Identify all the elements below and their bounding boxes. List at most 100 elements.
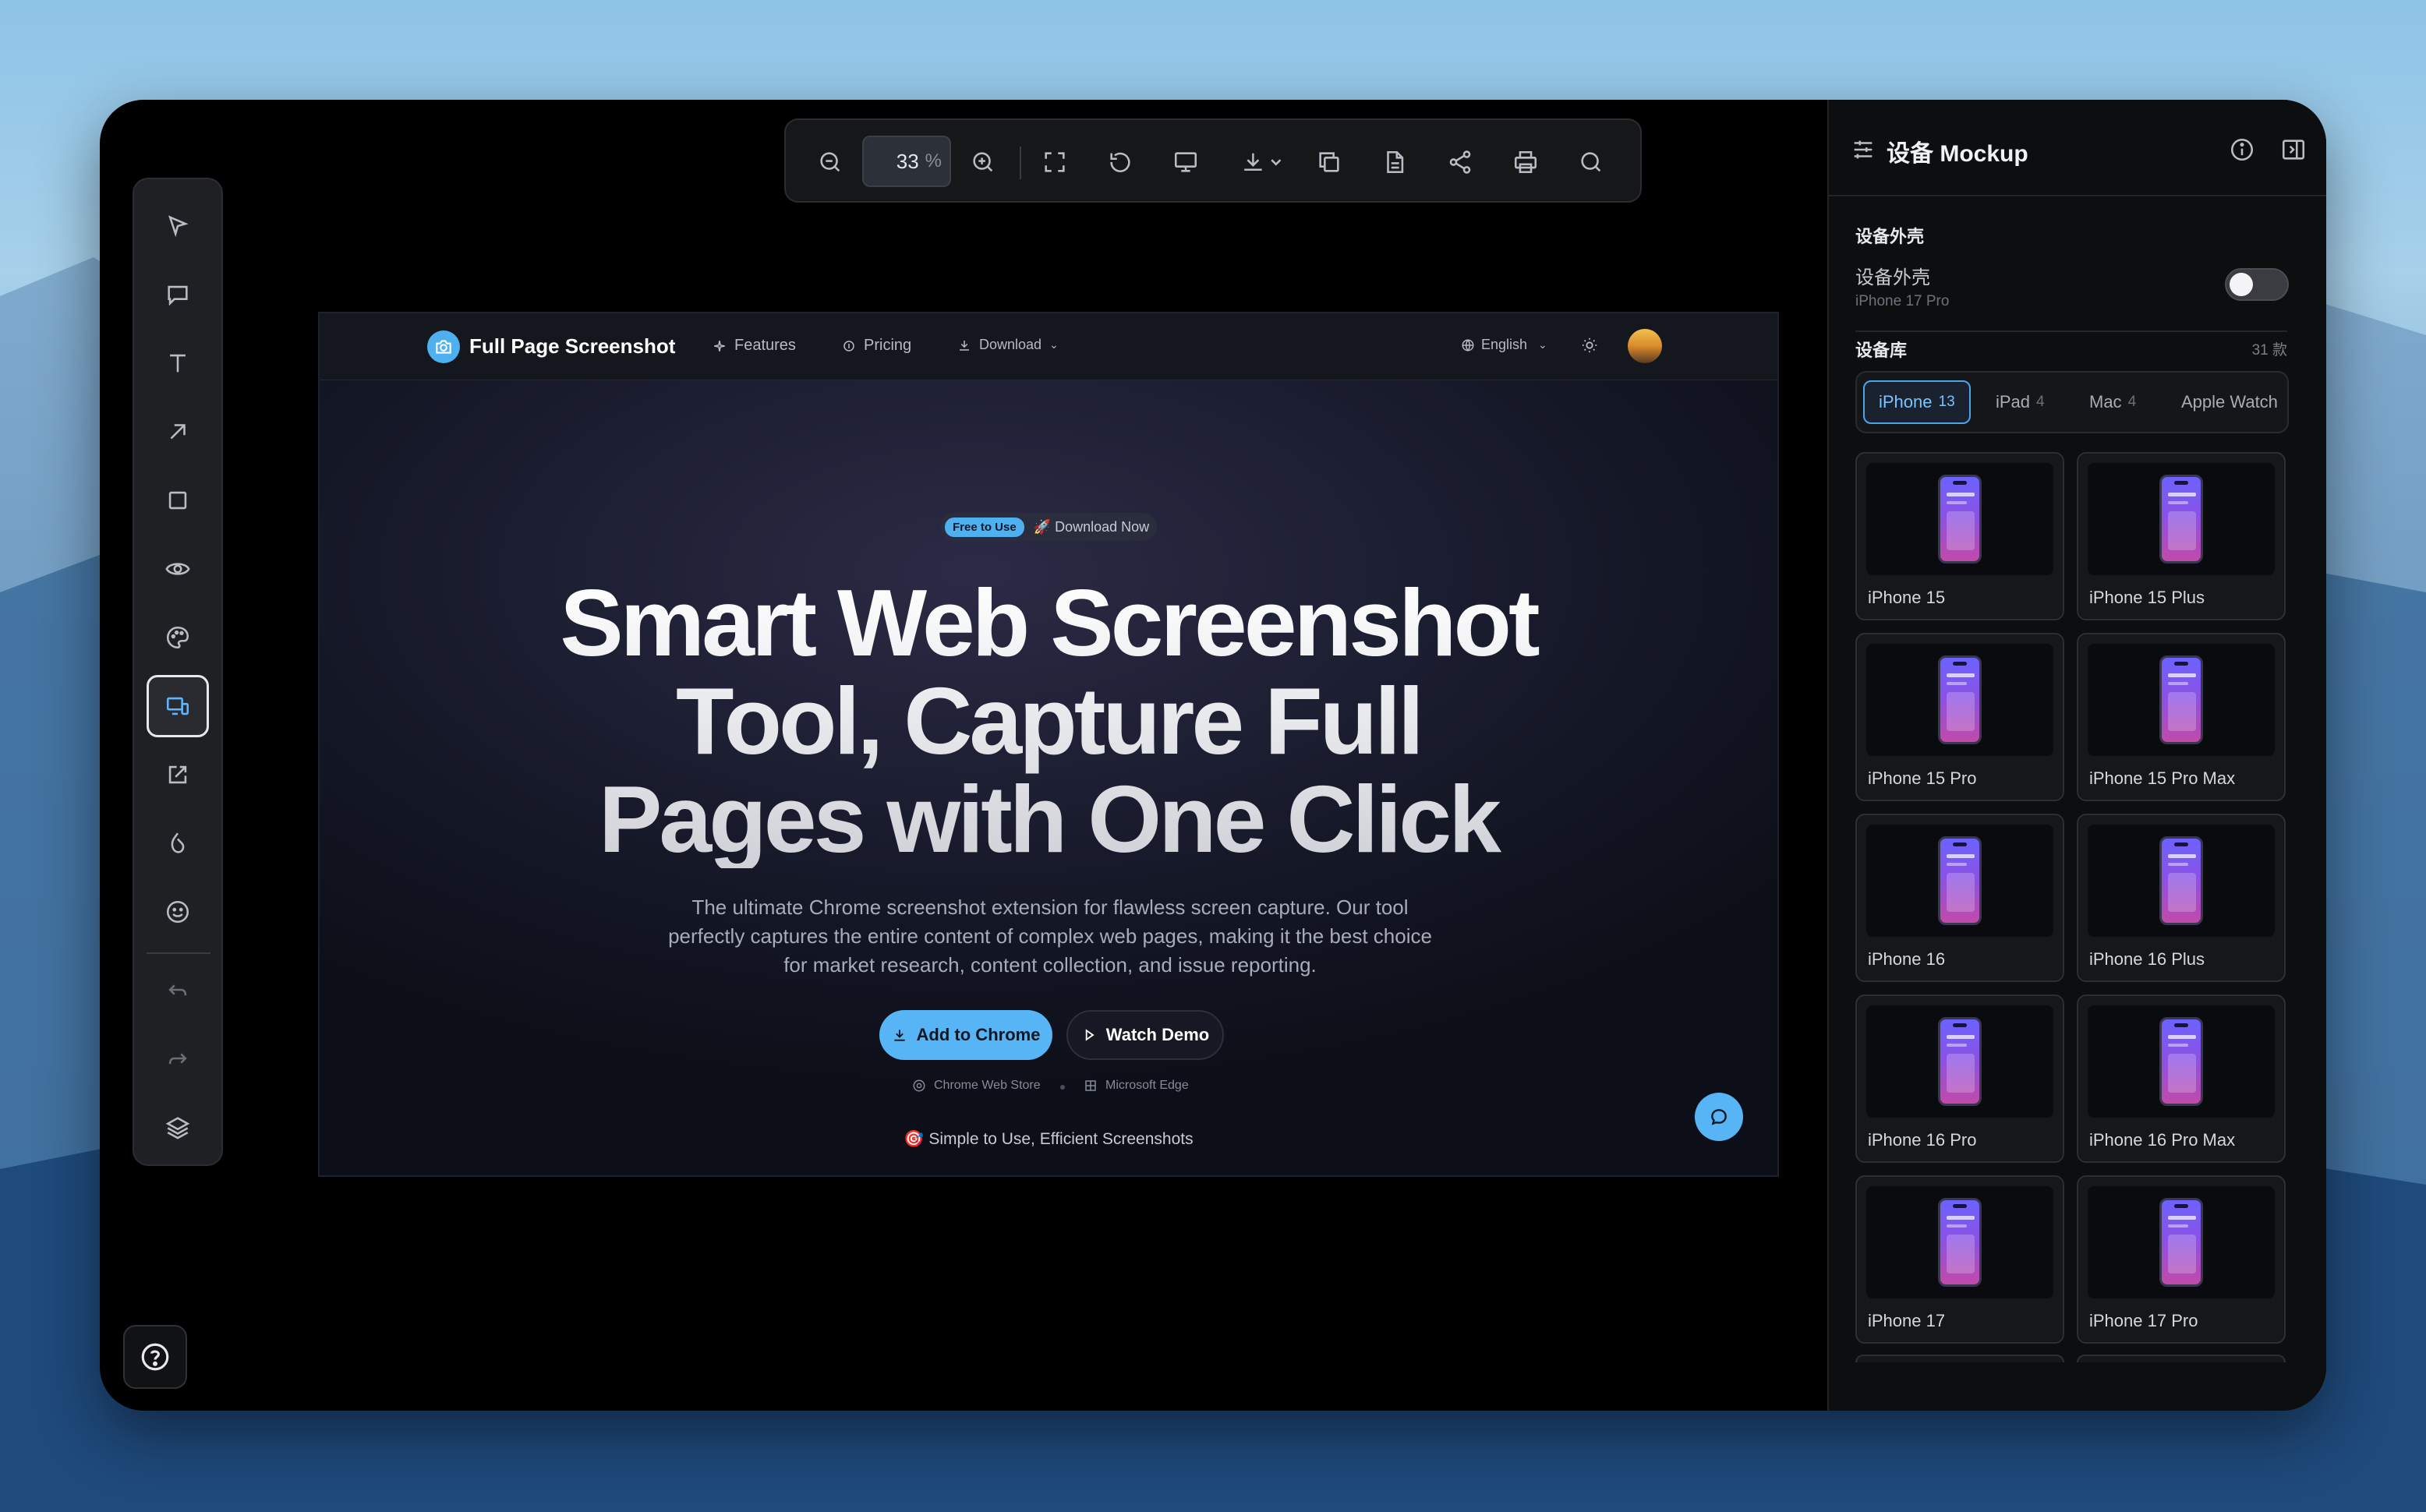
pdf-button[interactable] bbox=[1374, 141, 1416, 183]
device-card[interactable]: iPhone 17 Pro bbox=[2077, 1175, 2286, 1344]
sun-icon bbox=[1581, 337, 1598, 354]
preview-nav-download: Download ⌄ bbox=[957, 337, 1059, 353]
device-case-toggle[interactable] bbox=[2225, 268, 2289, 301]
layers-button[interactable] bbox=[147, 1096, 209, 1158]
library-count: 31 款 bbox=[2251, 342, 2287, 359]
comment-icon bbox=[168, 285, 188, 306]
text-tool-button[interactable] bbox=[147, 332, 209, 394]
preview-badge: Free to Use 🚀 Download Now bbox=[940, 513, 1158, 541]
screenshot-preview[interactable]: Full Page Screenshot Features Pricing Do… bbox=[318, 312, 1779, 1177]
effects-tool-button[interactable] bbox=[147, 812, 209, 874]
copy-button[interactable] bbox=[1308, 141, 1350, 183]
phone-icon bbox=[2159, 655, 2203, 744]
zoom-in-button[interactable] bbox=[962, 141, 1004, 183]
device-name: iPhone 15 Plus bbox=[2089, 588, 2205, 607]
library-section-label: 设备库 bbox=[1855, 341, 1908, 360]
collapse-panel-button[interactable] bbox=[2278, 134, 2309, 165]
preview-language: English ⌄ bbox=[1461, 337, 1547, 353]
device-card-peek bbox=[1855, 1355, 2064, 1362]
device-card[interactable]: iPhone 16 bbox=[1855, 814, 2064, 982]
device-name: iPhone 16 bbox=[1868, 949, 1946, 969]
preview-subtitle: The ultimate Chrome screenshot extension… bbox=[668, 896, 1432, 977]
comment-tool-button[interactable] bbox=[147, 263, 209, 326]
chat-icon bbox=[1711, 1109, 1727, 1125]
device-card-peek bbox=[2077, 1355, 2286, 1362]
device-card[interactable]: iPhone 15 Pro bbox=[1855, 633, 2064, 801]
arrow-icon bbox=[170, 424, 186, 440]
preview-navbar: Full Page Screenshot Features Pricing Do… bbox=[320, 313, 1777, 380]
help-button[interactable] bbox=[123, 1325, 187, 1389]
printer-icon bbox=[1514, 150, 1537, 174]
device-card[interactable]: iPhone 15 bbox=[1855, 452, 2064, 620]
tool-rail bbox=[133, 178, 223, 1166]
device-thumbnail bbox=[1866, 825, 2053, 937]
device-card[interactable]: iPhone 17 bbox=[1855, 1175, 2064, 1344]
color-tool-button[interactable] bbox=[147, 606, 209, 669]
device-name: iPhone 15 Pro bbox=[1868, 768, 1977, 788]
device-card[interactable]: iPhone 16 Pro bbox=[1855, 994, 2064, 1163]
tab-mac[interactable]: Mac 4 bbox=[2075, 380, 2150, 424]
device-card[interactable]: iPhone 15 Pro Max bbox=[2077, 633, 2286, 801]
device-card[interactable]: iPhone 15 Plus bbox=[2077, 452, 2286, 620]
zoom-level-input[interactable]: 33 % bbox=[862, 136, 951, 187]
preview-store-chrome: Chrome Web Store bbox=[912, 1079, 1041, 1093]
toolbar-divider bbox=[1020, 147, 1021, 179]
zoom-out-button[interactable] bbox=[809, 141, 851, 183]
cursor-icon bbox=[168, 215, 189, 238]
device-category-tabs: iPhone 13 iPad 4 Mac 4 Apple Watch bbox=[1855, 371, 2289, 433]
arrow-tool-button[interactable] bbox=[147, 401, 209, 463]
device-card[interactable]: iPhone 16 Pro Max bbox=[2077, 994, 2286, 1163]
download-icon bbox=[1244, 153, 1282, 171]
device-name: iPhone 16 Pro bbox=[1868, 1130, 1977, 1150]
help-icon bbox=[141, 1343, 169, 1371]
tab-ipad[interactable]: iPad 4 bbox=[1982, 380, 2059, 424]
monitor-button[interactable] bbox=[1165, 141, 1207, 183]
undo-button[interactable] bbox=[147, 959, 209, 1021]
export-icon bbox=[168, 765, 187, 784]
phone-icon bbox=[1938, 475, 1982, 563]
info-icon bbox=[2230, 138, 2254, 161]
share-button[interactable] bbox=[1439, 141, 1481, 183]
reset-button[interactable] bbox=[1099, 141, 1141, 183]
chrome-icon bbox=[913, 1079, 925, 1092]
emoji-tool-button[interactable] bbox=[147, 881, 209, 943]
select-tool-button[interactable] bbox=[147, 195, 209, 257]
tab-apple-watch[interactable]: Apple Watch bbox=[2167, 380, 2287, 424]
rectangle-tool-button[interactable] bbox=[147, 469, 209, 532]
badge-text: 🚀 Download Now bbox=[1033, 518, 1150, 535]
device-thumbnail bbox=[2088, 1005, 2275, 1118]
panel-title: 设备 Mockup bbox=[1887, 141, 2028, 167]
info-button[interactable] bbox=[2226, 134, 2258, 165]
case-device: iPhone 17 Pro bbox=[1855, 293, 1950, 309]
blur-tool-button[interactable] bbox=[147, 538, 209, 600]
preview-tagline: 🎯 Simple to Use, Efficient Screenshots bbox=[904, 1130, 1194, 1148]
undo-icon bbox=[168, 984, 187, 996]
windows-icon bbox=[1085, 1080, 1096, 1091]
fit-screen-button[interactable] bbox=[1034, 141, 1076, 183]
preview-store-edge: Microsoft Edge bbox=[1084, 1079, 1189, 1093]
device-card[interactable]: iPhone 16 Plus bbox=[2077, 814, 2286, 982]
device-thumbnail bbox=[2088, 825, 2275, 937]
share-icon bbox=[1449, 150, 1471, 174]
play-icon bbox=[1085, 1029, 1095, 1041]
export-tool-button[interactable] bbox=[147, 744, 209, 806]
download-dropdown-button[interactable] bbox=[1232, 141, 1294, 183]
search-button[interactable] bbox=[1570, 141, 1612, 183]
preview-nav-pricing: Pricing bbox=[842, 337, 911, 355]
redo-icon bbox=[168, 1053, 187, 1065]
device-mockup-tool-button[interactable] bbox=[147, 675, 209, 737]
fullscreen-icon bbox=[1045, 152, 1065, 172]
zoom-out-icon bbox=[820, 152, 840, 172]
search-icon bbox=[1581, 152, 1601, 172]
redo-button[interactable] bbox=[147, 1027, 209, 1090]
device-thumbnail bbox=[1866, 463, 2053, 575]
panel-header: 设备 Mockup bbox=[1829, 100, 2326, 196]
tab-iphone[interactable]: iPhone 13 bbox=[1863, 380, 1971, 424]
document-icon bbox=[1387, 150, 1404, 174]
app-window: 33 % Full Page Screenshot Features Prici… bbox=[100, 100, 2326, 1411]
device-thumbnail bbox=[1866, 1186, 2053, 1298]
print-button[interactable] bbox=[1505, 141, 1547, 183]
phone-icon bbox=[2159, 475, 2203, 563]
device-thumbnail bbox=[2088, 1186, 2275, 1298]
coin-icon bbox=[843, 340, 854, 352]
